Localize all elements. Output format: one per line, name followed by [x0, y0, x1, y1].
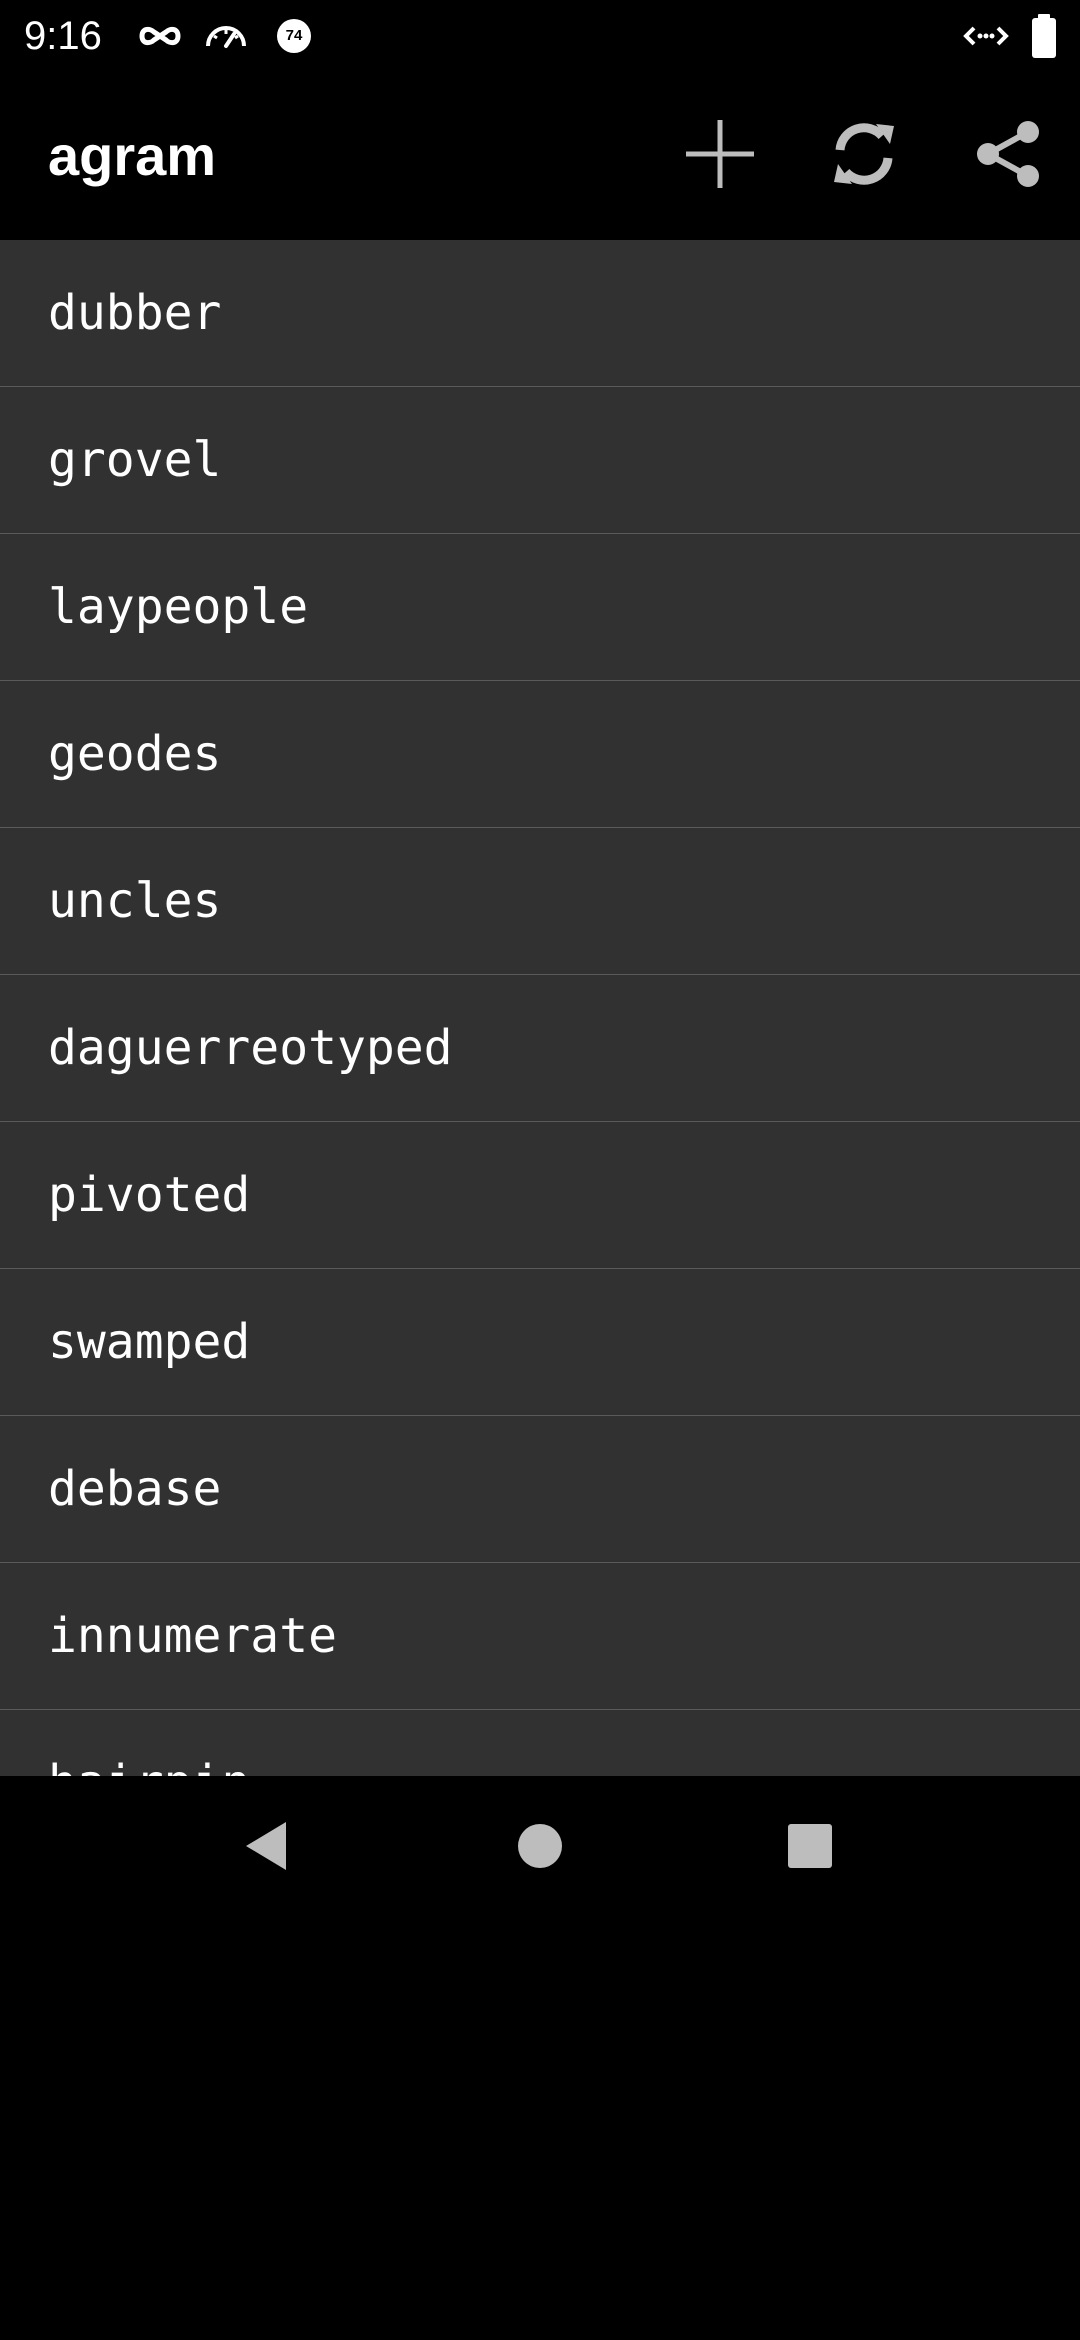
- list-item[interactable]: grovel: [0, 387, 1080, 534]
- word-label: innumerate: [48, 1608, 337, 1664]
- data-transfer-icon: [962, 14, 1010, 58]
- home-button[interactable]: [492, 1800, 588, 1896]
- speedometer-icon: [204, 14, 248, 58]
- navigation-bar: [0, 1776, 1080, 1920]
- word-label: dubber: [48, 285, 222, 341]
- share-icon: [970, 116, 1046, 197]
- recents-icon: [785, 1821, 835, 1876]
- word-label: pivoted: [48, 1167, 251, 1223]
- word-label: laypeople: [48, 579, 309, 635]
- home-icon: [514, 1820, 566, 1877]
- word-label: daguerreotyped: [48, 1020, 453, 1076]
- refresh-button[interactable]: [816, 108, 912, 204]
- plus-icon: [682, 116, 758, 197]
- word-list[interactable]: dubber grovel laypeople geodes uncles da…: [0, 240, 1080, 1776]
- word-label: uncles: [48, 873, 222, 929]
- battery-icon: [1028, 12, 1060, 60]
- word-label: geodes: [48, 726, 222, 782]
- add-button[interactable]: [672, 108, 768, 204]
- badge-number: 74: [285, 27, 303, 44]
- list-item[interactable]: daguerreotyped: [0, 975, 1080, 1122]
- list-item[interactable]: geodes: [0, 681, 1080, 828]
- list-item[interactable]: hairpin: [0, 1710, 1080, 1776]
- app-title: agram: [48, 124, 217, 187]
- list-item[interactable]: pivoted: [0, 1122, 1080, 1269]
- list-item[interactable]: debase: [0, 1416, 1080, 1563]
- incognito-icon: [138, 14, 182, 58]
- word-label: hairpin: [48, 1710, 250, 1776]
- back-icon: [240, 1818, 296, 1879]
- recents-button[interactable]: [762, 1800, 858, 1896]
- word-label: swamped: [48, 1314, 251, 1370]
- word-label: grovel: [48, 432, 222, 488]
- refresh-icon: [826, 116, 902, 197]
- list-item[interactable]: swamped: [0, 1269, 1080, 1416]
- status-time: 9:16: [24, 14, 102, 58]
- list-item[interactable]: laypeople: [0, 534, 1080, 681]
- list-item[interactable]: uncles: [0, 828, 1080, 975]
- list-item[interactable]: dubber: [0, 240, 1080, 387]
- status-bar: 9:16 74: [0, 0, 1080, 72]
- badge-74-icon: 74: [272, 14, 316, 58]
- list-item[interactable]: innumerate: [0, 1563, 1080, 1710]
- back-button[interactable]: [220, 1800, 316, 1896]
- share-button[interactable]: [960, 108, 1056, 204]
- word-label: debase: [48, 1461, 222, 1517]
- app-bar: agram: [0, 72, 1080, 240]
